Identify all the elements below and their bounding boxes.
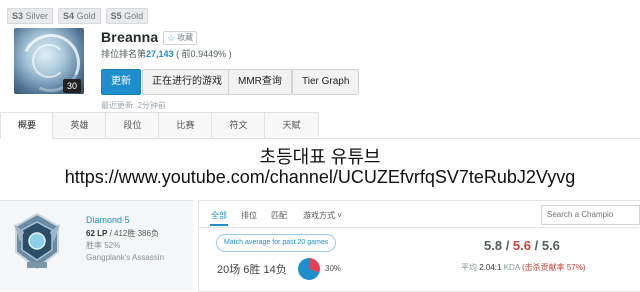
- summoner-name: Breanna: [101, 29, 159, 45]
- games-record: 20场 6胜 14负: [217, 264, 287, 276]
- tier-graph-button[interactable]: Tier Graph: [292, 69, 360, 95]
- overlay-url: https://www.youtube.com/channel/UCUZEfvr…: [64, 167, 576, 187]
- win-rate-percent: 30%: [325, 264, 342, 273]
- season-history: S3 Silver S4 Gold S5 Gold: [7, 8, 149, 24]
- filter-tab-normal[interactable]: 匹配: [271, 210, 287, 221]
- diamond-tier-emblem-icon: [14, 212, 60, 270]
- tab-masteries[interactable]: 天赋: [264, 112, 319, 139]
- filter-tab-all[interactable]: 全部: [211, 210, 227, 221]
- ranking-number: 27,143: [146, 49, 174, 59]
- league-name: Gangplank's Assassin: [86, 253, 165, 262]
- tab-champions[interactable]: 英雄: [52, 112, 107, 139]
- kda-ratio: 平均 2.04:1 KDA (击杀贡献率 57%): [461, 263, 586, 272]
- league-points: 62 LP / 412胜 386负: [86, 229, 159, 238]
- win-rate-pie-chart: [298, 258, 320, 280]
- filter-tab-ranked[interactable]: 排位: [241, 210, 257, 221]
- average-kda: 5.8 / 5.6 / 5.6: [484, 238, 560, 253]
- season-badge: S5 Gold: [105, 8, 149, 24]
- last-updated: 最近更新: 2分钟前: [101, 101, 166, 110]
- champion-search-input[interactable]: [541, 205, 640, 225]
- divider: [199, 227, 639, 228]
- refresh-button[interactable]: 更新: [101, 69, 141, 95]
- season-badge: S4 Gold: [58, 8, 101, 24]
- tab-runes[interactable]: 符文: [211, 112, 266, 139]
- overlay-caption: 초등대표 유튜브: [259, 147, 381, 167]
- queue-type-dropdown[interactable]: 游戏方式 ˅: [303, 210, 342, 221]
- favorite-button[interactable]: ☆ 收藏: [163, 31, 198, 45]
- tier-name: Diamond 5: [86, 215, 130, 225]
- star-icon: ☆: [167, 33, 176, 43]
- ladder-ranking: 排位排名第27,143 ( 前0.9449% ): [101, 49, 232, 59]
- tab-matches[interactable]: 比赛: [158, 112, 213, 139]
- level-badge: 30: [63, 79, 81, 93]
- ranking-percent: ( 前0.9449% ): [176, 49, 232, 59]
- mmr-button[interactable]: MMR查询: [228, 69, 292, 95]
- ranked-win-rate: 胜率 52%: [86, 241, 121, 250]
- tab-league[interactable]: 段位: [105, 112, 160, 139]
- live-game-button[interactable]: 正在进行的游戏: [142, 69, 232, 95]
- tab-overview[interactable]: 概要: [0, 112, 54, 139]
- season-badge: S3 Silver: [7, 8, 54, 24]
- active-filter-indicator: [210, 224, 228, 226]
- match-average-button[interactable]: Match average for past 20 games: [216, 234, 337, 252]
- favorite-label: 收藏: [177, 33, 194, 42]
